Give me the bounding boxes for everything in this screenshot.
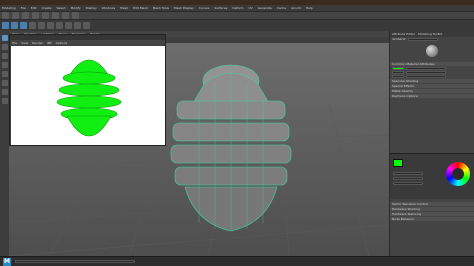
menu-mesh[interactable]: Mesh bbox=[120, 6, 128, 10]
section-specular-label: Specular Shading bbox=[392, 79, 419, 83]
shelf bbox=[0, 20, 474, 31]
menu-mesh-display[interactable]: Mesh Display bbox=[174, 6, 194, 10]
material-name-field[interactable] bbox=[407, 37, 438, 41]
rv-menu-render[interactable]: Render bbox=[32, 41, 43, 45]
menu-curves[interactable]: Curves bbox=[199, 6, 209, 10]
menu-file[interactable]: File bbox=[21, 6, 26, 10]
command-line[interactable] bbox=[15, 260, 135, 263]
menu-generate[interactable]: Generate bbox=[258, 6, 272, 10]
separate-icon[interactable] bbox=[65, 22, 72, 29]
bottom-bar: M bbox=[0, 256, 474, 266]
workspace-dropdown[interactable]: Modeling bbox=[2, 6, 16, 10]
section-raytrace-label: Raytrace Options bbox=[392, 94, 418, 98]
section-node-behavior[interactable]: Node Behavior bbox=[390, 217, 474, 221]
rv-menu-file[interactable]: File bbox=[12, 41, 17, 45]
material-name: lambert2 bbox=[392, 37, 406, 41]
save-scene-icon[interactable] bbox=[22, 12, 29, 19]
poly-sphere-icon[interactable] bbox=[2, 22, 9, 29]
main-menubar: Modeling File Edit Create Select Modify … bbox=[0, 5, 474, 12]
hue-field[interactable] bbox=[393, 172, 423, 175]
menu-deform[interactable]: Deform bbox=[232, 6, 243, 10]
menu-uv[interactable]: UV bbox=[248, 6, 252, 10]
lasso-tool-icon[interactable] bbox=[1, 44, 8, 50]
ambient-slider[interactable] bbox=[406, 74, 446, 78]
select-tool-icon[interactable] bbox=[1, 35, 8, 41]
material-sphere-icon bbox=[426, 45, 438, 57]
material-preview bbox=[390, 41, 474, 61]
menu-surfaces[interactable]: Surfaces bbox=[214, 6, 227, 10]
menu-create[interactable]: Create bbox=[42, 6, 52, 10]
bevel-icon[interactable] bbox=[38, 22, 45, 29]
menu-edit-mesh[interactable]: Edit Mesh bbox=[133, 6, 148, 10]
transparency-field[interactable] bbox=[392, 70, 404, 74]
maya-logo-icon: M bbox=[3, 257, 11, 266]
render-icon[interactable] bbox=[62, 12, 69, 19]
render-view-window[interactable]: File View Render IPR Options bbox=[9, 34, 166, 146]
section-matte[interactable]: Matte Opacity bbox=[390, 89, 474, 93]
menu-mesh-tools[interactable]: Mesh Tools bbox=[153, 6, 169, 10]
color-slider[interactable] bbox=[406, 66, 446, 70]
ipr-render-icon[interactable] bbox=[72, 12, 79, 19]
section-vector[interactable]: Vector Renderer Control bbox=[390, 202, 474, 206]
section-special-effects-label: Special Effects bbox=[392, 84, 414, 88]
rendered-egg bbox=[56, 59, 122, 137]
menu-edit[interactable]: Edit bbox=[31, 6, 37, 10]
section-common-label: Common Material Attributes bbox=[392, 62, 435, 66]
poly-cylinder-icon[interactable] bbox=[20, 22, 27, 29]
mirror-icon[interactable] bbox=[83, 22, 90, 29]
scale-tool-icon[interactable] bbox=[1, 80, 8, 86]
color-wheel[interactable] bbox=[446, 162, 470, 186]
poly-cube-icon[interactable] bbox=[11, 22, 18, 29]
section-specular[interactable]: Specular Shading bbox=[390, 79, 474, 83]
menu-windows[interactable]: Windows bbox=[102, 6, 115, 10]
smooth-icon[interactable] bbox=[74, 22, 81, 29]
rotate-tool-icon[interactable] bbox=[1, 71, 8, 77]
section-hw-shading[interactable]: Hardware Shading bbox=[390, 207, 474, 211]
menu-modify[interactable]: Modify bbox=[71, 6, 81, 10]
menu-arnold[interactable]: Arnold bbox=[291, 6, 301, 10]
section-vector-label: Vector Renderer Control bbox=[392, 202, 429, 206]
attribute-editor: Attribute Editor Modeling Toolkit lamber… bbox=[389, 31, 474, 256]
section-node-behavior-label: Node Behavior bbox=[392, 217, 415, 221]
section-hw-shading-label: Hardware Shading bbox=[392, 207, 420, 211]
snap-curve-icon[interactable] bbox=[52, 12, 59, 19]
snap-grid-icon[interactable] bbox=[42, 12, 49, 19]
render-view-menubar: File View Render IPR Options bbox=[10, 40, 165, 45]
section-hw-texturing[interactable]: Hardware Texturing bbox=[390, 212, 474, 216]
tab-attribute-editor[interactable]: Attribute Editor bbox=[392, 32, 415, 36]
render-image bbox=[11, 46, 165, 145]
ambient-row bbox=[390, 74, 474, 78]
menu-select[interactable]: Select bbox=[56, 6, 65, 10]
select-mode-icon[interactable] bbox=[32, 12, 39, 19]
move-tool-icon[interactable] bbox=[1, 62, 8, 68]
paint-select-icon[interactable] bbox=[1, 53, 8, 59]
new-scene-icon[interactable] bbox=[2, 12, 9, 19]
menu-cache[interactable]: Cache bbox=[277, 6, 286, 10]
toolbox bbox=[0, 31, 9, 256]
tab-modeling-toolkit[interactable]: Modeling Toolkit bbox=[418, 32, 442, 36]
extrude-icon[interactable] bbox=[29, 22, 36, 29]
menu-display[interactable]: Display bbox=[86, 6, 97, 10]
rv-menu-view[interactable]: View bbox=[21, 41, 28, 45]
combine-icon[interactable] bbox=[56, 22, 63, 29]
section-special-effects[interactable]: Special Effects bbox=[390, 84, 474, 88]
value-field[interactable] bbox=[393, 182, 423, 185]
rv-menu-options[interactable]: Options bbox=[56, 41, 68, 45]
transparency-slider[interactable] bbox=[406, 70, 446, 74]
current-color-swatch bbox=[393, 159, 403, 167]
bridge-icon[interactable] bbox=[47, 22, 54, 29]
section-hw-texturing-label: Hardware Texturing bbox=[392, 212, 422, 216]
rv-menu-ipr[interactable]: IPR bbox=[47, 41, 52, 45]
saturation-field[interactable] bbox=[393, 177, 423, 180]
color-swatch-field[interactable] bbox=[392, 66, 404, 70]
menu-help[interactable]: Help bbox=[306, 6, 313, 10]
open-scene-icon[interactable] bbox=[12, 12, 19, 19]
section-matte-label: Matte Opacity bbox=[392, 89, 414, 93]
layout-single-icon[interactable] bbox=[1, 89, 8, 95]
section-raytrace[interactable]: Raytrace Options bbox=[390, 94, 474, 98]
layout-four-icon[interactable] bbox=[1, 98, 8, 104]
ambient-field[interactable] bbox=[392, 74, 404, 78]
color-chooser[interactable] bbox=[390, 153, 474, 199]
status-line bbox=[0, 12, 474, 20]
